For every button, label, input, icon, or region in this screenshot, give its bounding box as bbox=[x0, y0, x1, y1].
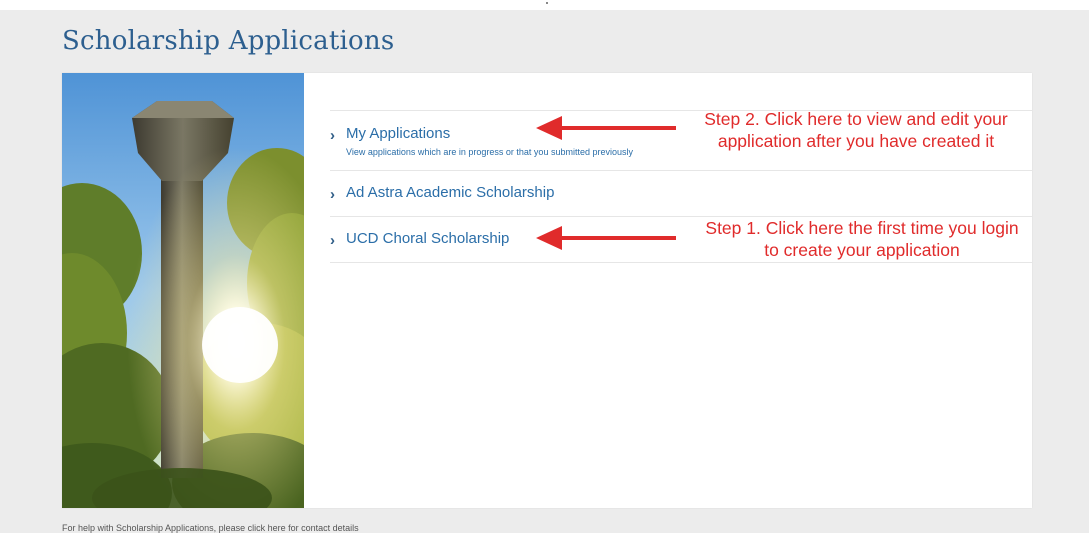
arrow-left-icon bbox=[536, 226, 676, 250]
annotation-arrows bbox=[536, 116, 676, 250]
step2-line2: application after you have created it bbox=[717, 131, 995, 151]
step1-line1: Step 1. Click here the first time you lo… bbox=[705, 218, 1019, 238]
step1-annotation: Step 1. Click here the first time you lo… bbox=[676, 217, 1048, 261]
step1-line2: to create your application bbox=[764, 240, 960, 260]
step2-line1: Step 2. Click here to view and edit your bbox=[704, 109, 1008, 129]
footer-help-text: For help with Scholarship Applications, … bbox=[62, 523, 359, 533]
step2-annotation: Step 2. Click here to view and edit your… bbox=[676, 108, 1036, 152]
arrow-left-icon bbox=[536, 116, 676, 140]
